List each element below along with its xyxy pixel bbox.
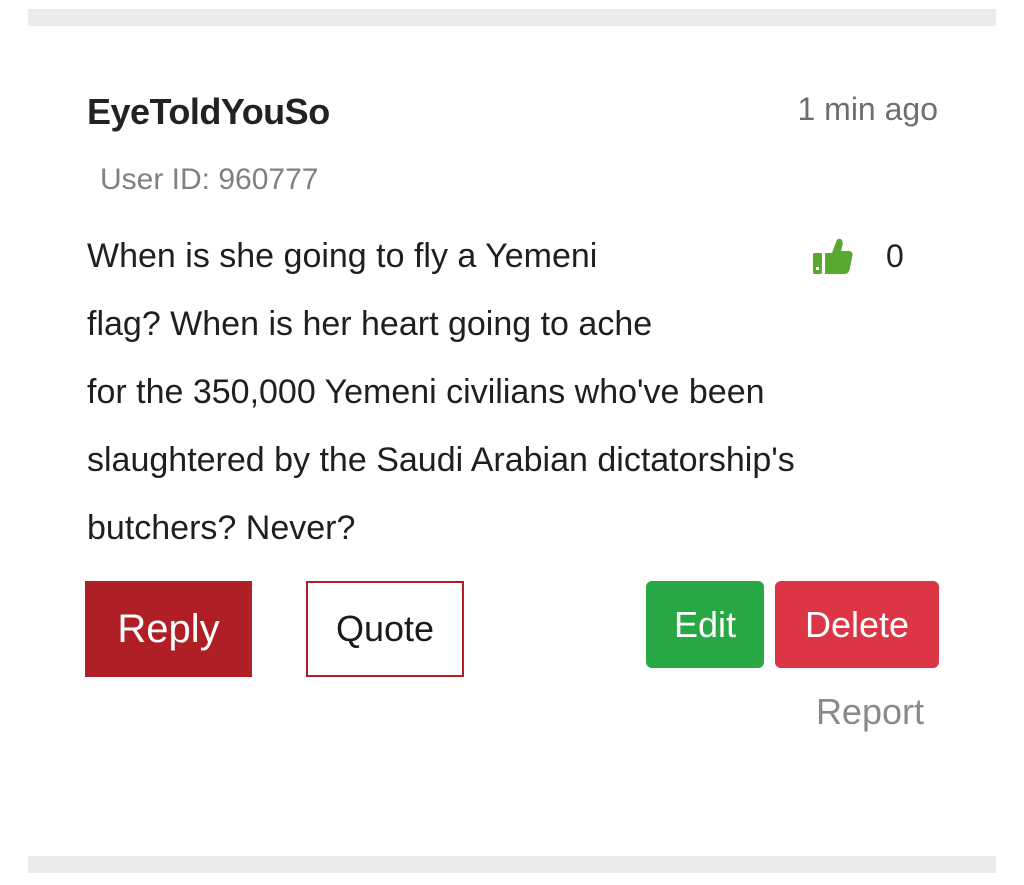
comment-username[interactable]: EyeToldYouSo bbox=[87, 90, 330, 134]
top-divider bbox=[28, 9, 996, 26]
comment-line: for the 350,000 Yemeni civilians who've … bbox=[87, 373, 765, 411]
like-button[interactable]: 0 bbox=[812, 234, 922, 278]
edit-button[interactable]: Edit bbox=[646, 581, 764, 668]
report-link[interactable]: Report bbox=[816, 690, 924, 734]
user-id-label: User ID: 960777 bbox=[100, 163, 319, 196]
like-count: 0 bbox=[886, 238, 904, 274]
comment-timestamp: 1 min ago bbox=[797, 91, 938, 127]
thumbs-up-icon[interactable] bbox=[812, 236, 854, 276]
bottom-divider bbox=[28, 856, 996, 873]
comment-page: EyeToldYouSo 1 min ago User ID: 960777 W… bbox=[0, 0, 1024, 885]
comment-line: butchers? Never? bbox=[87, 509, 356, 547]
delete-button[interactable]: Delete bbox=[775, 581, 939, 668]
comment-line: slaughtered by the Saudi Arabian dictato… bbox=[87, 441, 795, 479]
comment-line: flag? When is her heart going to ache bbox=[87, 305, 653, 343]
reply-button[interactable]: Reply bbox=[85, 581, 252, 677]
quote-button[interactable]: Quote bbox=[306, 581, 464, 677]
